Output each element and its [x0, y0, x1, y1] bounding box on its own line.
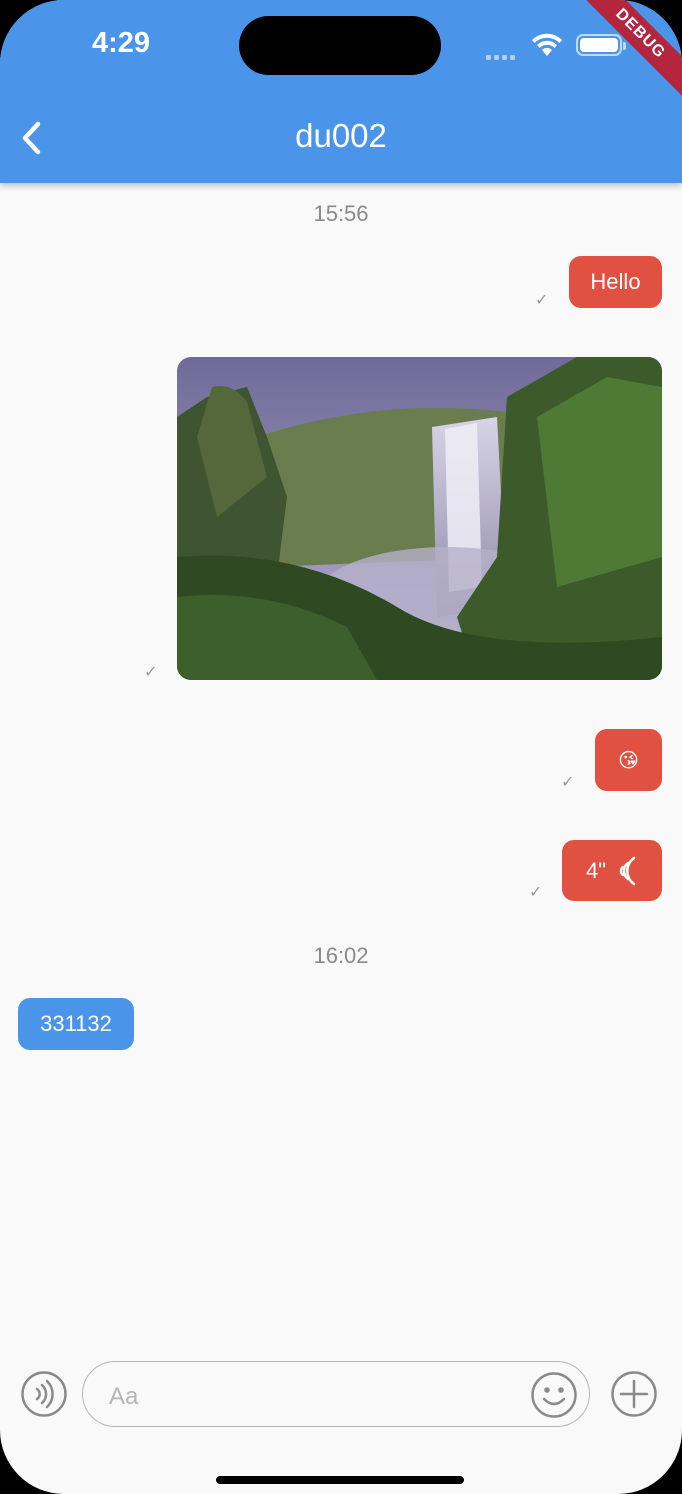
sent-voice-bubble[interactable]: 4" [562, 840, 662, 901]
voice-icon[interactable] [20, 1370, 68, 1418]
message-input[interactable]: Aa [82, 1361, 590, 1427]
received-text-bubble[interactable]: 331132 [18, 998, 134, 1050]
input-placeholder: Aa [109, 1383, 139, 1410]
wifi-icon [532, 33, 562, 56]
sent-image-bubble[interactable] [177, 357, 662, 680]
timestamp: 16:02 [313, 943, 369, 968]
debug-banner: DEBUG [573, 0, 682, 101]
sent-text-bubble[interactable]: Hello [569, 256, 662, 308]
sent-emoji-bubble[interactable]: 😘 [595, 729, 662, 791]
waterfall-photo [177, 357, 662, 680]
home-indicator [216, 1476, 464, 1484]
read-check-icon: ✓ [535, 292, 549, 309]
page-title: du002 [295, 117, 387, 154]
app-bar: 4:29 DEBUG du002 [0, 0, 682, 183]
voice-wave-icon [619, 856, 636, 885]
status-time: 4:29 [92, 27, 151, 59]
read-check-icon: ✓ [144, 664, 158, 681]
voice-duration: 4" [585, 857, 607, 883]
smiley-icon[interactable] [529, 1370, 579, 1420]
signal-icon [486, 47, 518, 65]
dynamic-island [239, 16, 441, 75]
chat-screen: 4:29 DEBUG du002 15:56 ✓ Hello ✓ ✓ 😘 ✓ 4… [0, 0, 682, 1494]
plus-circle-icon[interactable] [610, 1370, 658, 1418]
read-check-icon: ✓ [561, 774, 575, 791]
timestamp: 15:56 [313, 201, 369, 226]
read-check-icon: ✓ [529, 884, 543, 901]
message-composer: Aa [0, 1350, 682, 1440]
